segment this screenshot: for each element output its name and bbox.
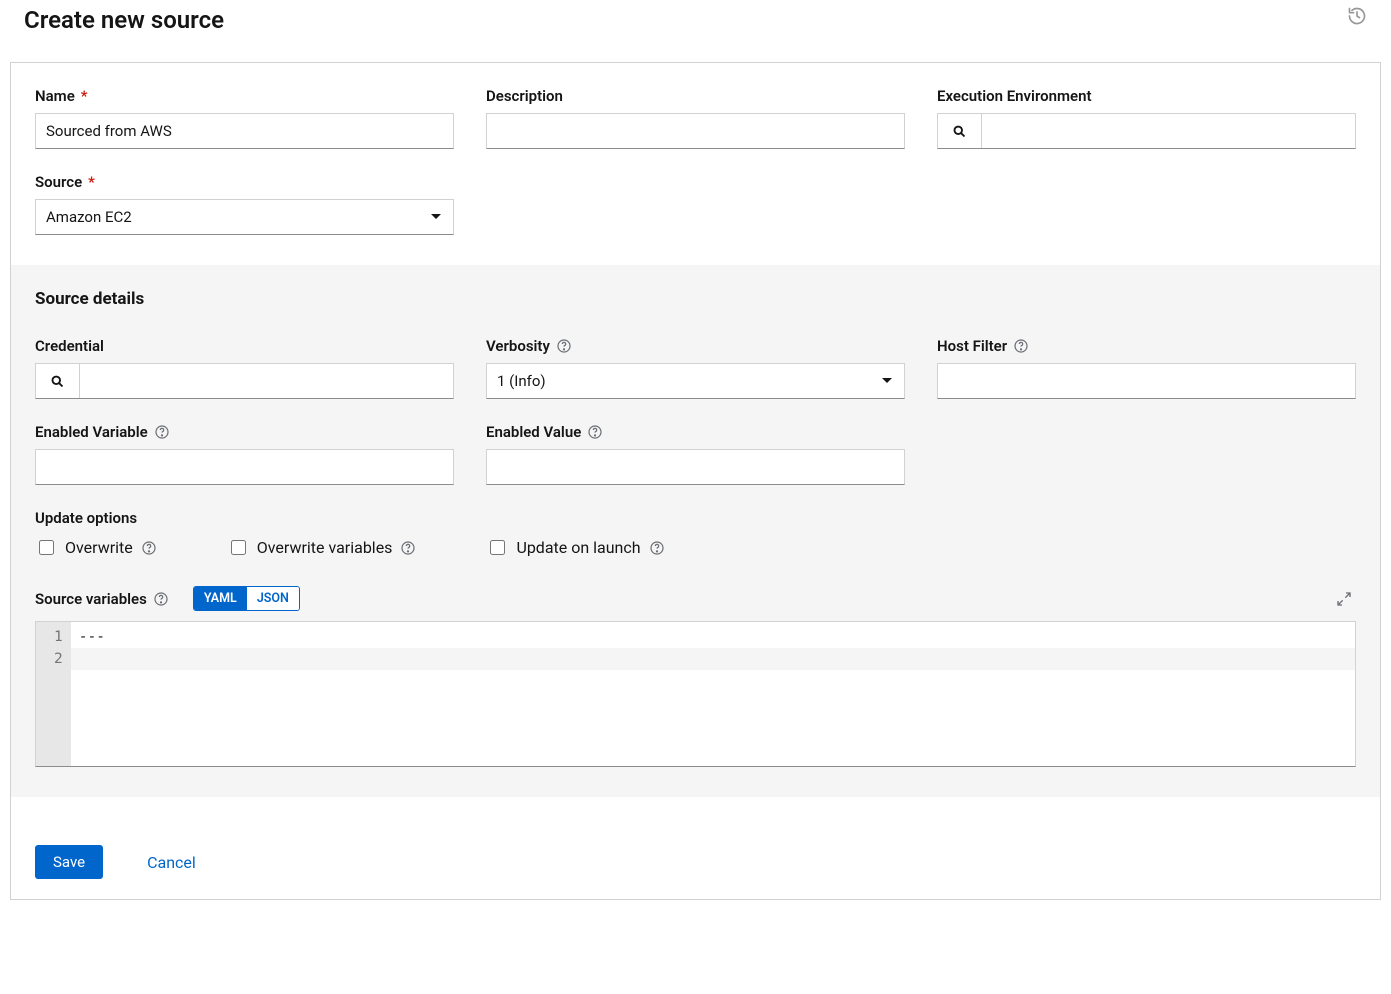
field-enabled-variable: Enabled Variable bbox=[35, 423, 454, 485]
help-icon[interactable] bbox=[1013, 338, 1029, 354]
description-input[interactable] bbox=[486, 113, 905, 149]
required-asterisk: * bbox=[81, 87, 88, 105]
update-options-label: Update options bbox=[35, 509, 1356, 527]
editor-code[interactable]: --- bbox=[71, 622, 1355, 766]
field-enabled-value: Enabled Value bbox=[486, 423, 905, 485]
field-name: Name * bbox=[35, 87, 454, 149]
overwrite-vars-checkbox[interactable] bbox=[231, 540, 246, 555]
credential-input[interactable] bbox=[80, 364, 453, 398]
expand-editor-button[interactable] bbox=[1332, 587, 1356, 611]
verbosity-label: Verbosity bbox=[486, 337, 550, 355]
field-exec-env: Execution Environment bbox=[937, 87, 1356, 149]
help-icon[interactable] bbox=[400, 540, 416, 556]
overwrite-checkbox[interactable] bbox=[39, 540, 54, 555]
page-title: Create new source bbox=[24, 6, 224, 34]
overwrite-label: Overwrite bbox=[65, 538, 133, 557]
field-credential: Credential bbox=[35, 337, 454, 399]
search-icon bbox=[952, 124, 967, 139]
editor-gutter: 1 2 bbox=[36, 622, 71, 766]
help-icon[interactable] bbox=[154, 424, 170, 440]
enabled-variable-label: Enabled Variable bbox=[35, 423, 148, 441]
exec-env-label: Execution Environment bbox=[937, 87, 1092, 105]
help-icon[interactable] bbox=[153, 591, 169, 607]
field-source: Source * bbox=[35, 173, 454, 235]
expand-icon bbox=[1336, 591, 1352, 607]
name-input[interactable] bbox=[35, 113, 454, 149]
host-filter-input[interactable] bbox=[937, 363, 1356, 399]
update-on-launch-label: Update on launch bbox=[516, 538, 640, 557]
save-button[interactable]: Save bbox=[35, 845, 103, 879]
field-host-filter: Host Filter bbox=[937, 337, 1356, 399]
update-on-launch-checkbox[interactable] bbox=[490, 540, 505, 555]
description-label: Description bbox=[486, 87, 563, 105]
field-verbosity: Verbosity bbox=[486, 337, 905, 399]
update-on-launch-checkbox-wrap[interactable]: Update on launch bbox=[486, 537, 664, 558]
overwrite-vars-label: Overwrite variables bbox=[257, 538, 393, 557]
source-details-heading: Source details bbox=[35, 289, 1356, 309]
format-toggle: YAML JSON bbox=[193, 586, 300, 611]
code-line-1: --- bbox=[79, 626, 1347, 648]
format-json-button[interactable]: JSON bbox=[247, 587, 299, 610]
cancel-button[interactable]: Cancel bbox=[141, 852, 202, 873]
enabled-value-input[interactable] bbox=[486, 449, 905, 485]
code-line-2 bbox=[71, 648, 1355, 670]
enabled-value-label: Enabled Value bbox=[486, 423, 581, 441]
help-icon[interactable] bbox=[141, 540, 157, 556]
overwrite-checkbox-wrap[interactable]: Overwrite bbox=[35, 537, 157, 558]
field-description: Description bbox=[486, 87, 905, 149]
search-icon bbox=[50, 374, 65, 389]
help-icon[interactable] bbox=[649, 540, 665, 556]
exec-env-input[interactable] bbox=[982, 114, 1355, 148]
update-options-group: Overwrite Overwrite variables Update on … bbox=[35, 537, 1356, 558]
source-variables-editor[interactable]: 1 2 --- bbox=[35, 621, 1356, 767]
source-label: Source bbox=[35, 173, 82, 191]
help-icon[interactable] bbox=[587, 424, 603, 440]
enabled-variable-input[interactable] bbox=[35, 449, 454, 485]
source-select[interactable] bbox=[35, 199, 454, 235]
overwrite-vars-checkbox-wrap[interactable]: Overwrite variables bbox=[227, 537, 417, 558]
format-yaml-button[interactable]: YAML bbox=[194, 587, 247, 610]
host-filter-label: Host Filter bbox=[937, 337, 1007, 355]
name-label: Name bbox=[35, 87, 75, 105]
verbosity-select[interactable] bbox=[486, 363, 905, 399]
form-card: Name * Description Execution Environment bbox=[10, 62, 1381, 900]
credential-label: Credential bbox=[35, 337, 104, 355]
help-icon[interactable] bbox=[556, 338, 572, 354]
required-asterisk: * bbox=[88, 173, 95, 191]
credential-search-button[interactable] bbox=[36, 364, 80, 398]
form-footer: Save Cancel bbox=[11, 797, 1380, 899]
source-variables-label: Source variables bbox=[35, 590, 147, 608]
history-icon[interactable] bbox=[1347, 6, 1367, 26]
exec-env-search-button[interactable] bbox=[938, 114, 982, 148]
